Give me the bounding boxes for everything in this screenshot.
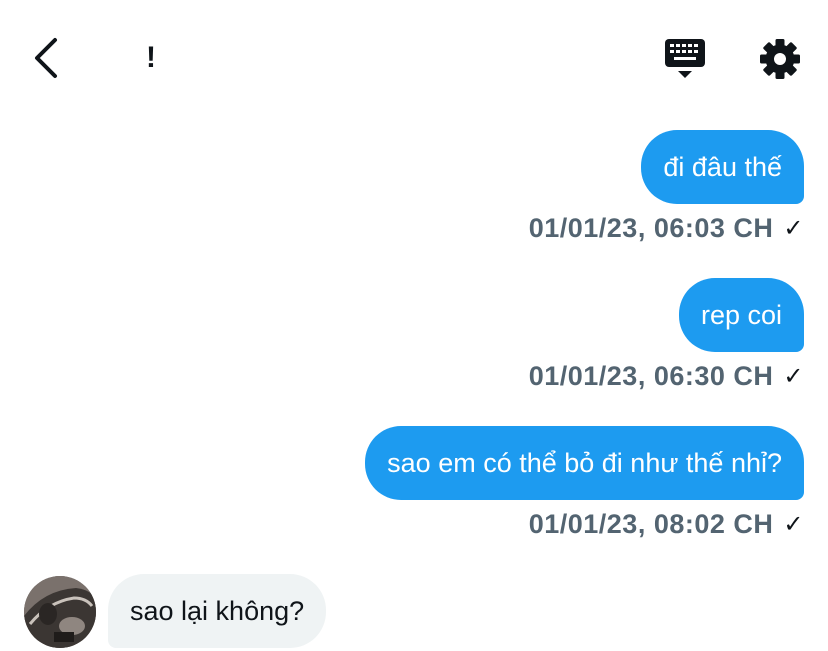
message-timestamp: 01/01/23, 06:30 CH	[528, 360, 774, 391]
message-text: đi đâu thế	[663, 152, 782, 182]
message-meta: 01/01/23, 06:03 CH ✓	[529, 210, 804, 246]
avatar[interactable]	[24, 576, 96, 648]
alert-button[interactable]: !	[136, 34, 166, 82]
settings-button[interactable]	[756, 36, 804, 82]
message-text: sao lại không?	[130, 596, 305, 626]
message-bubble-outgoing[interactable]: sao em có thể bỏ đi như thế nhỉ?	[365, 426, 804, 500]
message-bubble-incoming[interactable]: sao lại không?	[108, 574, 327, 648]
message-meta: 01/01/23, 06:30 CH ✓	[529, 358, 804, 394]
sent-check-icon: ✓	[783, 214, 804, 242]
sent-check-icon: ✓	[783, 510, 804, 538]
message-bubble-outgoing[interactable]: đi đâu thế	[641, 130, 804, 204]
alert-icon: !	[146, 41, 156, 74]
message-timestamp: 01/01/23, 06:03 CH	[528, 212, 774, 243]
gear-icon	[760, 39, 800, 79]
sent-check-icon: ✓	[783, 362, 804, 390]
avatar-image	[24, 576, 96, 648]
chevron-left-icon	[35, 38, 57, 78]
message-timestamp: 01/01/23, 08:02 CH	[528, 508, 774, 539]
conversation-header: !	[0, 0, 828, 118]
message-bubble-outgoing[interactable]: rep coi	[678, 278, 804, 352]
keyboard-button[interactable]	[660, 36, 710, 84]
message-text: rep coi	[700, 300, 782, 330]
message-text: sao em có thể bỏ đi như thế nhỉ?	[387, 448, 782, 478]
message-meta: 01/01/23, 08:02 CH ✓	[529, 506, 804, 542]
back-button[interactable]	[22, 30, 70, 86]
keyboard-icon	[665, 39, 705, 78]
